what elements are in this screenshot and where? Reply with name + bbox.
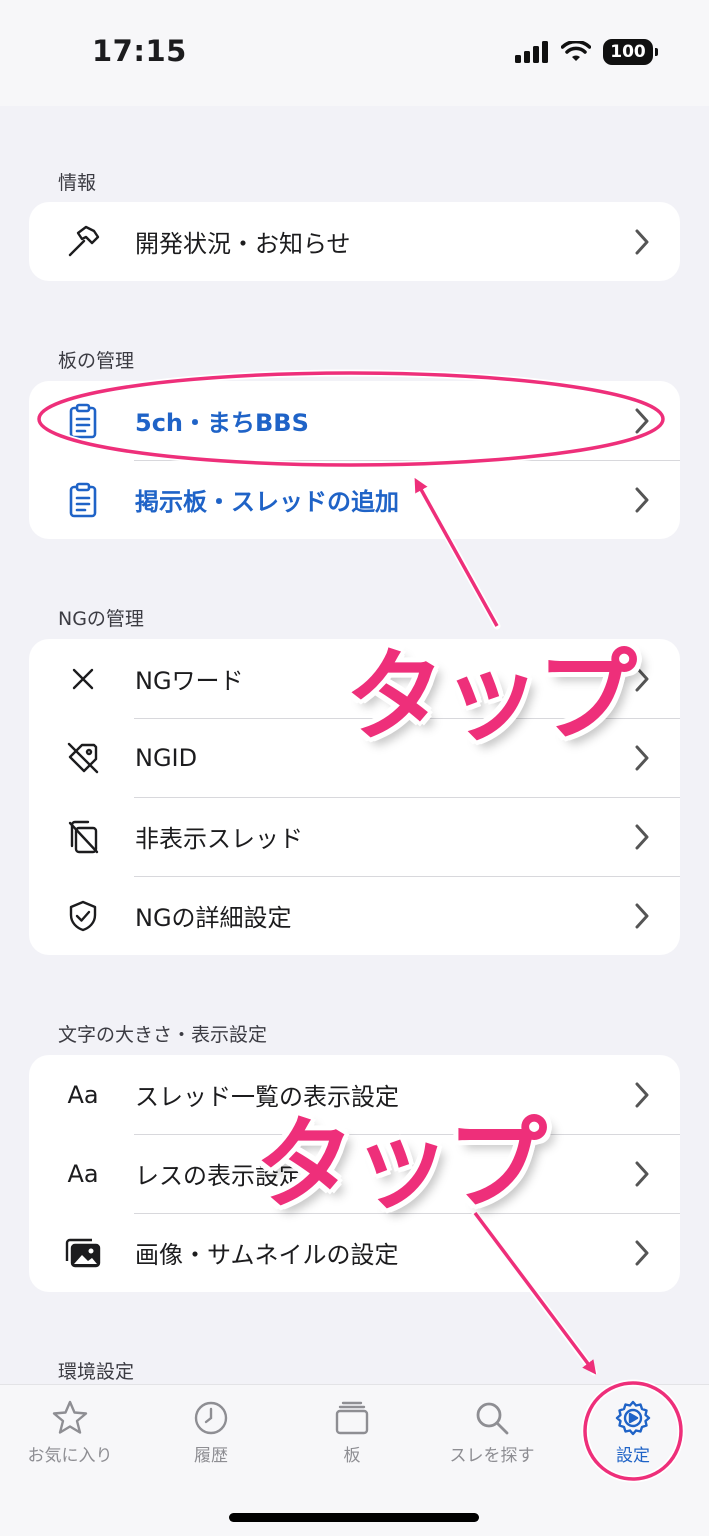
stack-icon — [335, 1401, 369, 1435]
annotation-tap-2: タップ — [255, 1106, 547, 1223]
row-add-board[interactable]: 掲示板・スレッドの追加 — [29, 460, 680, 539]
copy-slash-icon — [61, 817, 105, 857]
tab-boards[interactable]: 板 — [282, 1399, 422, 1466]
group-board: 5ch・まちBBS 掲示板・スレッドの追加 — [29, 381, 680, 539]
row-label: 5ch・まちBBS — [135, 409, 309, 437]
chevron-right-icon — [635, 1161, 649, 1186]
row-label: NGID — [135, 743, 198, 772]
row-label: NGワード — [135, 667, 244, 695]
tab-favorites[interactable]: お気に入り — [0, 1399, 140, 1466]
clipboard-icon — [61, 401, 105, 441]
battery-indicator: 100 — [603, 39, 658, 65]
clock-icon — [194, 1401, 228, 1435]
cross-icon — [61, 659, 105, 699]
row-label: 画像・サムネイルの設定 — [135, 1241, 399, 1269]
status-time: 17:15 — [92, 34, 187, 68]
star-icon — [52, 1400, 88, 1434]
photos-icon — [61, 1233, 105, 1273]
chevron-right-icon — [635, 487, 649, 512]
section-header-ng: NGの管理 — [58, 608, 144, 630]
chevron-right-icon — [635, 666, 649, 691]
hammer-icon — [61, 222, 105, 262]
tab-history[interactable]: 履歴 — [141, 1399, 281, 1466]
chevron-right-icon — [635, 1082, 649, 1107]
chevron-right-icon — [635, 229, 649, 254]
section-header-env: 環境設定 — [58, 1361, 135, 1383]
tab-bar: お気に入り 履歴 板 スレを探す 設定 — [0, 1384, 709, 1536]
chevron-right-icon — [635, 824, 649, 849]
status-bar: 17:15 100 — [0, 0, 709, 106]
chevron-right-icon — [635, 408, 649, 433]
row-hidden-threads[interactable]: 非表示スレッド — [29, 797, 680, 876]
shield-check-icon — [61, 896, 105, 936]
cellular-signal-icon — [515, 41, 548, 63]
tab-label: 履歴 — [194, 1446, 228, 1466]
tab-search-threads[interactable]: スレを探す — [422, 1399, 562, 1466]
tab-label: お気に入り — [27, 1446, 113, 1466]
chevron-right-icon — [635, 745, 649, 770]
row-dev-status[interactable]: 開発状況・お知らせ — [29, 202, 680, 281]
tab-label: スレを探す — [449, 1446, 535, 1466]
status-icons: 100 — [515, 38, 658, 66]
section-header-info: 情報 — [58, 172, 97, 194]
search-icon — [476, 1402, 509, 1435]
row-ng-details[interactable]: NGの詳細設定 — [29, 876, 680, 955]
tag-slash-icon — [61, 738, 105, 778]
tab-settings[interactable]: 設定 — [563, 1399, 703, 1466]
text-size-icon: Aa — [67, 1080, 99, 1109]
home-indicator — [229, 1513, 479, 1522]
row-label: NGの詳細設定 — [135, 904, 292, 932]
group-info: 開発状況・お知らせ — [29, 202, 680, 281]
row-5ch-machibbs[interactable]: 5ch・まちBBS — [29, 381, 680, 460]
chevron-right-icon — [635, 1240, 649, 1265]
text-size-icon: Aa — [67, 1159, 99, 1188]
annotation-tap-1: タップ — [345, 638, 637, 755]
row-label: 開発状況・お知らせ — [135, 230, 351, 258]
tab-label: 板 — [343, 1446, 361, 1466]
wifi-icon — [561, 41, 591, 61]
clipboard-icon — [61, 480, 105, 520]
chevron-right-icon — [635, 903, 649, 928]
row-label: 掲示板・スレッドの追加 — [135, 488, 399, 516]
section-header-board: 板の管理 — [58, 350, 135, 372]
row-label: 非表示スレッド — [135, 825, 303, 853]
gear-icon — [615, 1400, 651, 1436]
section-header-display: 文字の大きさ・表示設定 — [58, 1024, 268, 1046]
tab-label: 設定 — [616, 1446, 650, 1466]
